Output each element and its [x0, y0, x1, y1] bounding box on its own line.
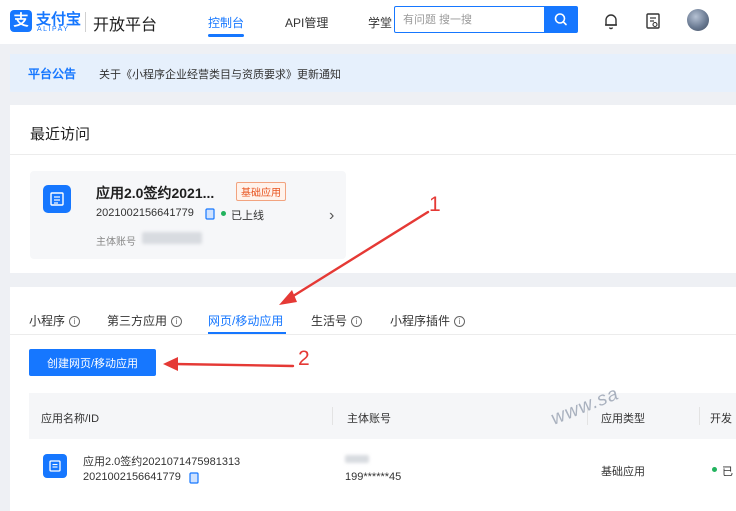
arrowhead-2	[163, 357, 178, 371]
annotation-number-1: 1	[429, 193, 441, 216]
annotation-number-2: 2	[298, 347, 310, 370]
annotation-arrow-2	[172, 362, 295, 368]
arrowhead-1	[279, 290, 297, 305]
annotation-layer	[163, 210, 430, 371]
annotation-arrow-1	[288, 210, 430, 300]
